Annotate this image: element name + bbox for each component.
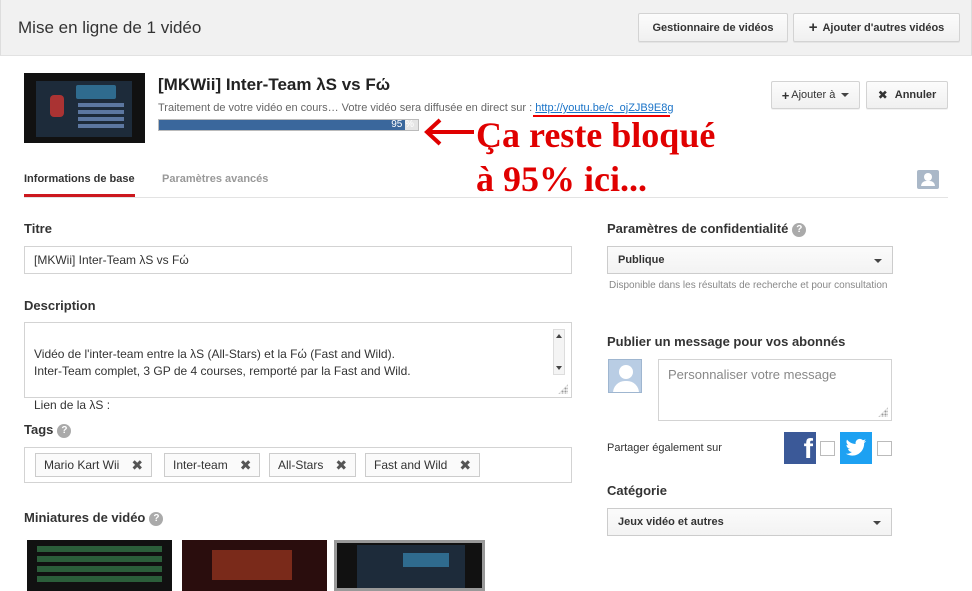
description-textarea[interactable]: Vidéo de l'inter-team entre la λS (All-S… bbox=[24, 322, 572, 412]
progress-fill bbox=[159, 120, 406, 130]
add-more-videos-label: Ajouter d'autres vidéos bbox=[822, 21, 945, 34]
thumbnails-label: Miniatures de vidéo bbox=[24, 510, 146, 525]
tags-label-wrap: Tags? bbox=[24, 422, 72, 438]
thumbnail-option-1[interactable] bbox=[27, 540, 172, 591]
twitter-icon bbox=[840, 432, 872, 464]
cancel-label: Annuler bbox=[894, 89, 937, 101]
share-facebook-checkbox[interactable] bbox=[820, 441, 835, 456]
thumbnail-screen bbox=[36, 81, 132, 137]
thumbnail-option-3-selected[interactable] bbox=[334, 540, 485, 591]
tab-advanced-settings[interactable]: Paramètres avancés bbox=[162, 173, 268, 194]
video-link[interactable]: http://youtu.be/c_ojZJB9E8g bbox=[535, 102, 673, 114]
privacy-hint: Disponible dans les résultats de recherc… bbox=[609, 280, 888, 291]
plus-icon: + bbox=[808, 19, 818, 36]
chevron-down-icon bbox=[841, 93, 850, 97]
tag-label: Mario Kart Wii bbox=[44, 458, 120, 472]
privacy-label-wrap: Paramètres de confidentialité? bbox=[607, 221, 807, 237]
thumbnail-logo bbox=[76, 85, 116, 99]
resize-grip-icon[interactable] bbox=[878, 407, 888, 417]
thumbnails-label-wrap: Miniatures de vidéo? bbox=[24, 510, 164, 526]
add-more-videos-button[interactable]: + Ajouter d'autres vidéos bbox=[793, 13, 960, 42]
description-text: Vidéo de l'inter-team entre la λS (All-S… bbox=[34, 347, 411, 412]
tags-label: Tags bbox=[24, 422, 54, 437]
thumbnail-character bbox=[50, 95, 64, 117]
tag-chip[interactable]: Fast and Wild ✖ bbox=[365, 453, 481, 477]
video-title: [MKWii] Inter-Team λS vs Fώ bbox=[158, 75, 391, 94]
privacy-select[interactable]: Publique bbox=[607, 246, 893, 274]
chevron-down-icon bbox=[874, 259, 882, 263]
message-label: Publier un message pour vos abonnés bbox=[607, 334, 846, 349]
tag-chip[interactable]: All-Stars ✖ bbox=[269, 453, 357, 477]
privacy-label: Paramètres de confidentialité bbox=[607, 221, 789, 236]
close-icon: ✖ bbox=[877, 88, 888, 102]
tab-bar: Informations de base Paramètres avancés bbox=[24, 170, 948, 198]
category-select[interactable]: Jeux vidéo et autres bbox=[607, 508, 892, 536]
description-scrollbar[interactable] bbox=[553, 329, 565, 375]
tag-label: Fast and Wild bbox=[374, 458, 448, 472]
thumbnail-row bbox=[37, 546, 162, 552]
avatar bbox=[608, 359, 642, 393]
privacy-value: Publique bbox=[618, 254, 665, 266]
facebook-icon: f bbox=[784, 432, 816, 464]
processing-status: Traitement de votre vidéo en cours… Votr… bbox=[158, 102, 673, 114]
thumbnail-scene bbox=[212, 550, 292, 580]
progress-percent: 95 % bbox=[391, 119, 414, 130]
user-icon[interactable] bbox=[917, 170, 939, 189]
category-value: Jeux vidéo et autres bbox=[618, 516, 724, 528]
tag-chip[interactable]: Inter-team ✖ bbox=[164, 453, 261, 477]
category-label: Catégorie bbox=[607, 483, 667, 498]
add-to-label: Ajouter à bbox=[791, 89, 836, 101]
thumbnail-option-2[interactable] bbox=[182, 540, 327, 591]
annotation-line-1: Ça reste bloqué bbox=[476, 115, 716, 155]
tag-label: Inter-team bbox=[173, 458, 228, 472]
add-to-button[interactable]: + Ajouter à bbox=[771, 81, 860, 109]
resize-grip-icon[interactable] bbox=[558, 384, 568, 394]
video-manager-button[interactable]: Gestionnaire de vidéos bbox=[638, 13, 788, 42]
upload-header: Mise en ligne de 1 vidéo Gestionnaire de… bbox=[0, 0, 972, 56]
tag-chip[interactable]: Mario Kart Wii ✖ bbox=[35, 453, 153, 477]
description-label: Description bbox=[24, 298, 96, 313]
title-label: Titre bbox=[24, 221, 52, 236]
scroll-up-icon[interactable] bbox=[556, 334, 562, 338]
thumbnail-screen bbox=[357, 545, 465, 588]
facebook-glyph: f bbox=[803, 433, 813, 464]
remove-tag-icon[interactable]: ✖ bbox=[131, 457, 143, 474]
upload-progress-bar: 95 % bbox=[158, 119, 419, 131]
title-input[interactable]: [MKWii] Inter-Team λS vs Fώ bbox=[24, 246, 572, 274]
thumbnail-row bbox=[78, 117, 124, 121]
remove-tag-icon[interactable]: ✖ bbox=[240, 457, 252, 474]
help-icon[interactable]: ? bbox=[57, 424, 72, 438]
help-icon[interactable]: ? bbox=[792, 223, 807, 237]
video-manager-label: Gestionnaire de vidéos bbox=[652, 21, 774, 34]
twitter-bird-glyph bbox=[845, 438, 867, 456]
help-icon[interactable]: ? bbox=[149, 512, 164, 526]
thumbnail-row bbox=[78, 124, 124, 128]
tab-basic-info[interactable]: Informations de base bbox=[24, 173, 135, 197]
processing-status-text: Traitement de votre vidéo en cours… Votr… bbox=[158, 102, 536, 114]
message-placeholder: Personnaliser votre message bbox=[668, 367, 837, 382]
tags-input[interactable]: Mario Kart Wii ✖ Inter-team ✖ All-Stars ✖ F… bbox=[24, 447, 572, 483]
plus-icon: + bbox=[781, 87, 790, 103]
page-title: Mise en ligne de 1 vidéo bbox=[18, 18, 202, 37]
video-thumbnail bbox=[24, 73, 145, 143]
tag-label: All-Stars bbox=[278, 458, 324, 472]
scroll-down-icon[interactable] bbox=[556, 366, 562, 370]
annotation-arrow-icon bbox=[424, 118, 474, 146]
thumbnail-row bbox=[78, 110, 124, 114]
thumbnail-row bbox=[37, 576, 162, 582]
share-twitter-checkbox[interactable] bbox=[877, 441, 892, 456]
remove-tag-icon[interactable]: ✖ bbox=[335, 457, 347, 474]
cancel-button[interactable]: ✖ Annuler bbox=[866, 81, 948, 109]
thumbnail-logo bbox=[403, 553, 449, 567]
share-label: Partager également sur bbox=[607, 442, 722, 454]
chevron-down-icon bbox=[873, 521, 881, 525]
thumbnail-row bbox=[37, 556, 162, 562]
thumbnail-row bbox=[78, 103, 124, 107]
subscriber-message-input[interactable]: Personnaliser votre message bbox=[658, 359, 892, 421]
remove-tag-icon[interactable]: ✖ bbox=[459, 457, 471, 474]
thumbnail-row bbox=[37, 566, 162, 572]
